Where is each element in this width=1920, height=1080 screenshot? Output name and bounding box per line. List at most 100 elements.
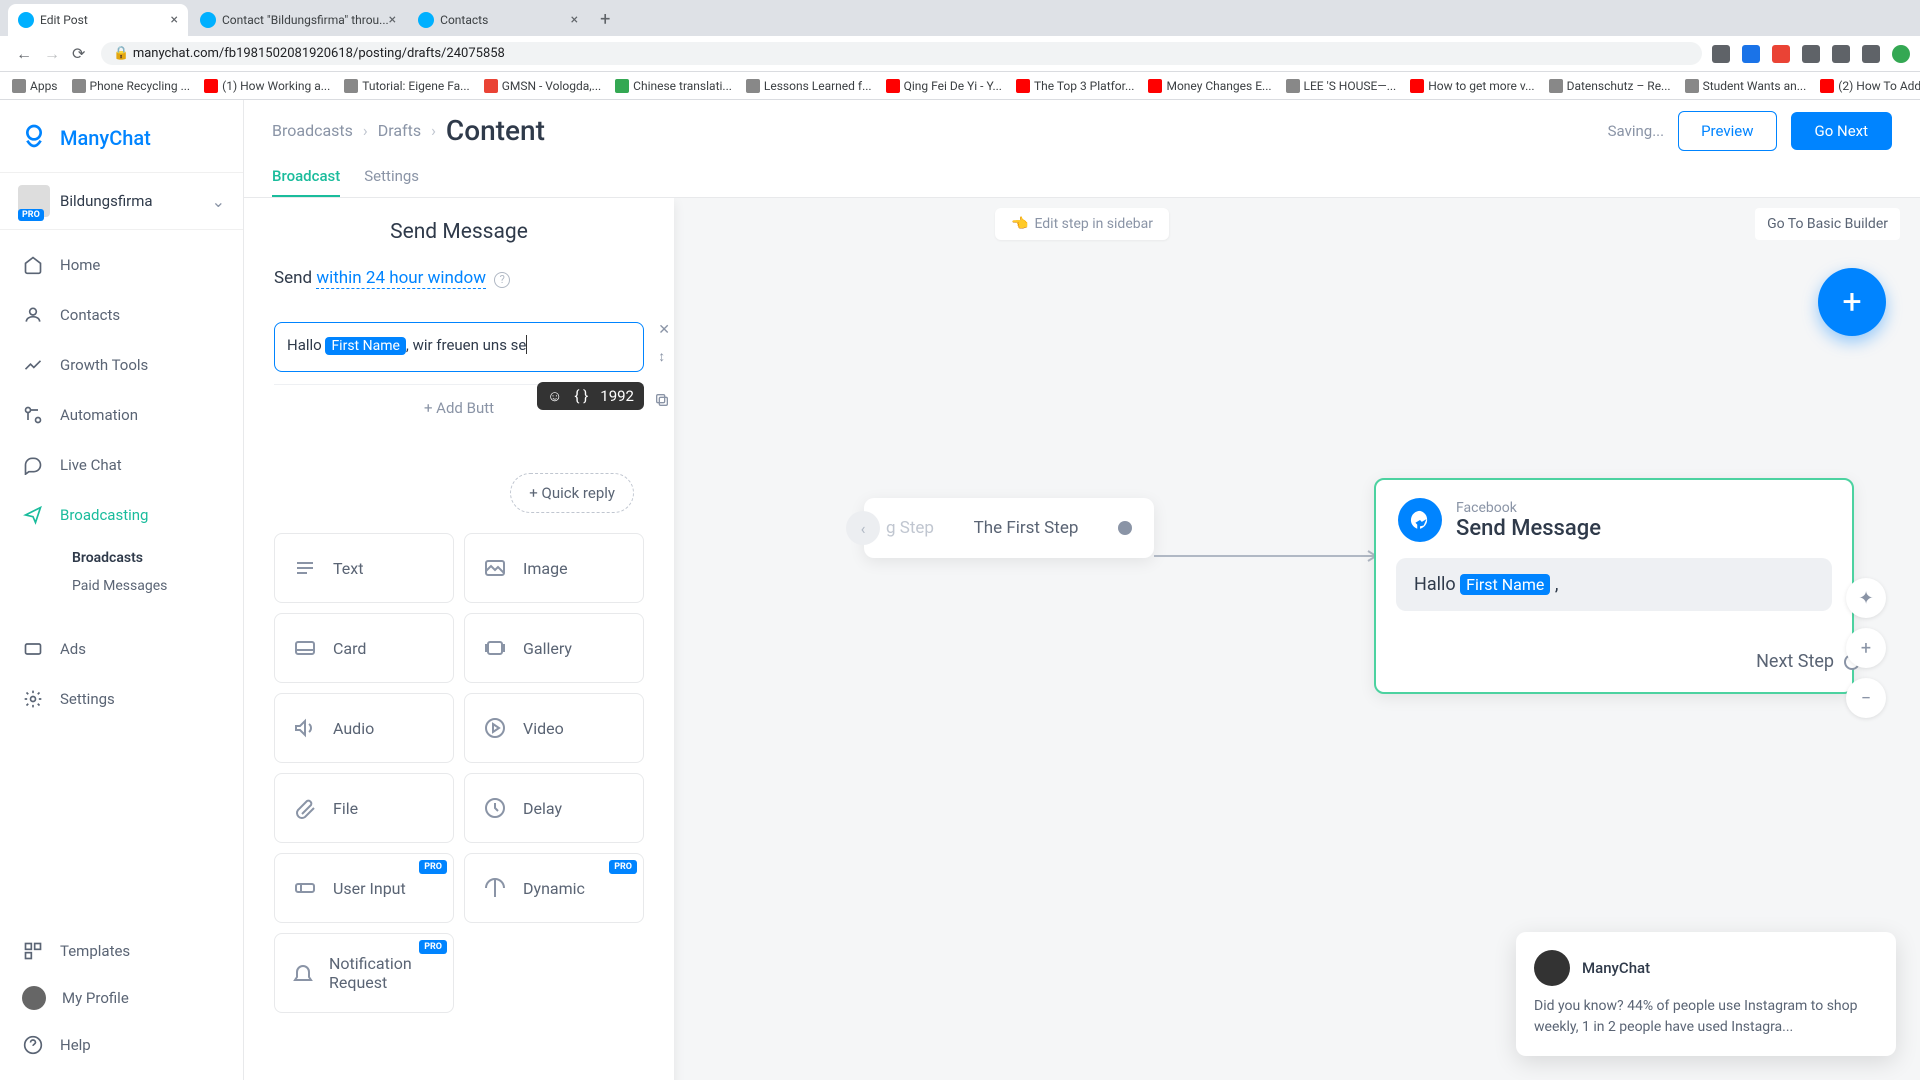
collapse-icon[interactable]: ‹ — [846, 511, 880, 545]
bookmark[interactable]: Student Wants an... — [1685, 79, 1807, 93]
bookmark[interactable]: How to get more v... — [1410, 79, 1534, 93]
magic-tool[interactable]: ✦ — [1846, 578, 1886, 618]
block-video[interactable]: Video — [464, 693, 644, 763]
bookmark[interactable]: Chinese translati... — [615, 79, 732, 93]
reload-icon[interactable]: ⟳ — [72, 44, 85, 63]
emoji-icon[interactable]: ☺ — [547, 387, 562, 405]
flow-node-send-message[interactable]: Facebook Send Message Hallo First Name ,… — [1374, 478, 1854, 694]
ext-icon[interactable] — [1772, 45, 1790, 63]
sidebar-sub-broadcasts[interactable]: Broadcasts — [0, 540, 243, 572]
favicon-icon — [18, 12, 34, 28]
node-title: Send Message — [1456, 516, 1601, 541]
tab-contacts[interactable]: Contacts× — [408, 4, 588, 36]
tab-broadcast[interactable]: Broadcast — [272, 157, 340, 197]
block-image[interactable]: Image — [464, 533, 644, 603]
sidebar-item-contacts[interactable]: Contacts — [0, 290, 243, 340]
sidebar: ManyChat PRO Bildungsfirma ⌄ Home Contac… — [0, 100, 244, 1080]
info-icon[interactable]: ? — [494, 272, 510, 288]
ext-icon[interactable] — [1742, 45, 1760, 63]
basic-builder-link[interactable]: Go To Basic Builder — [1755, 208, 1900, 240]
bookmark[interactable]: Money Changes E... — [1148, 79, 1271, 93]
sidebar-item-growth[interactable]: Growth Tools — [0, 340, 243, 390]
card-icon — [291, 634, 319, 662]
profile-icon[interactable] — [1892, 45, 1910, 63]
new-tab-button[interactable]: + — [590, 3, 620, 36]
bookmark[interactable]: Tutorial: Eigene Fa... — [344, 79, 469, 93]
text-toolbar: ☺ { } 1992 — [537, 382, 644, 410]
block-delay[interactable]: Delay — [464, 773, 644, 843]
crumb-drafts[interactable]: Drafts — [378, 121, 421, 140]
block-notification[interactable]: PRONotification Request — [274, 933, 454, 1013]
manychat-logo-icon — [18, 122, 50, 154]
block-card[interactable]: Card — [274, 613, 454, 683]
close-icon[interactable]: × — [571, 12, 578, 28]
crumb-broadcasts[interactable]: Broadcasts — [272, 121, 353, 140]
variable-icon[interactable]: { } — [574, 387, 588, 405]
output-port[interactable] — [1118, 521, 1132, 535]
duplicate-icon[interactable] — [654, 392, 670, 408]
tab-edit-post[interactable]: Edit Post× — [8, 4, 188, 36]
bookmark[interactable]: LEE 'S HOUSE—... — [1286, 79, 1397, 93]
zoom-out-button[interactable]: − — [1846, 678, 1886, 718]
sidebar-item-profile[interactable]: My Profile — [0, 974, 243, 1022]
bell-icon — [291, 959, 315, 987]
bookmark[interactable]: (2) How To Add A... — [1820, 79, 1920, 93]
close-icon[interactable]: × — [389, 12, 396, 28]
tab-settings[interactable]: Settings — [364, 157, 419, 197]
add-step-fab[interactable]: + — [1818, 268, 1886, 336]
sidebar-item-automation[interactable]: Automation — [0, 390, 243, 440]
sidebar-item-ads[interactable]: Ads — [0, 624, 243, 674]
bookmark[interactable]: Apps — [12, 79, 58, 93]
block-audio[interactable]: Audio — [274, 693, 454, 763]
flow-canvas[interactable]: 👈Edit step in sidebar Go To Basic Builde… — [244, 198, 1920, 1080]
zoom-in-button[interactable]: + — [1846, 628, 1886, 668]
block-user-input[interactable]: PROUser Input — [274, 853, 454, 923]
block-dynamic[interactable]: PRODynamic — [464, 853, 644, 923]
close-icon[interactable]: ✕ — [658, 322, 670, 338]
ext-icon[interactable] — [1712, 45, 1730, 63]
sidebar-item-help[interactable]: Help — [0, 1022, 243, 1068]
bookmark[interactable]: The Top 3 Platfor... — [1016, 79, 1135, 93]
go-next-button[interactable]: Go Next — [1791, 112, 1893, 150]
sidebar-item-broadcasting[interactable]: Broadcasting — [0, 490, 243, 540]
ext-icon[interactable] — [1802, 45, 1820, 63]
bookmark[interactable]: GMSN - Vologda,... — [484, 79, 601, 93]
workspace-avatar: PRO — [18, 185, 50, 217]
send-window-setting[interactable]: Send within 24 hour window ? — [274, 256, 644, 314]
preview-button[interactable]: Preview — [1678, 111, 1776, 151]
block-gallery[interactable]: Gallery — [464, 613, 644, 683]
bookmark[interactable]: Qing Fei De Yi - Y... — [886, 79, 1002, 93]
flow-node-start[interactable]: ‹ g Step The First Step — [864, 498, 1154, 558]
edit-sidebar-toast[interactable]: 👈Edit step in sidebar — [995, 208, 1169, 240]
help-sender: ManyChat — [1582, 959, 1650, 977]
url-input[interactable]: 🔒 manychat.com/fb1981502081920618/postin… — [101, 42, 1702, 65]
close-icon[interactable]: × — [171, 12, 178, 28]
ext-icon[interactable] — [1832, 45, 1850, 63]
workspace-selector[interactable]: PRO Bildungsfirma ⌄ — [0, 172, 243, 230]
logo[interactable]: ManyChat — [0, 100, 243, 172]
sidebar-item-home[interactable]: Home — [0, 240, 243, 290]
bookmark[interactable]: Lessons Learned f... — [746, 79, 872, 93]
sidebar-sub-paid[interactable]: Paid Messages — [0, 572, 243, 604]
chevron-down-icon: ⌄ — [212, 192, 225, 211]
bookmark[interactable]: (1) How Working a... — [204, 79, 330, 93]
node-subtitle: Facebook — [1456, 500, 1601, 516]
sidebar-item-templates[interactable]: Templates — [0, 928, 243, 974]
sidebar-item-settings[interactable]: Settings — [0, 674, 243, 724]
ext-icon[interactable] — [1862, 45, 1880, 63]
bookmark[interactable]: Phone Recycling ... — [72, 79, 191, 93]
quick-reply-button[interactable]: + Quick reply — [510, 473, 634, 513]
block-file[interactable]: File — [274, 773, 454, 843]
bookmark[interactable]: Datenschutz – Re... — [1549, 79, 1671, 93]
home-icon — [22, 254, 44, 276]
message-text-input[interactable]: Hallo First Name, wir freuen uns se — [274, 322, 644, 372]
forward-icon[interactable]: → — [44, 44, 60, 64]
block-text[interactable]: Text — [274, 533, 454, 603]
resize-icon[interactable]: ↕ — [658, 348, 670, 365]
tab-contact[interactable]: Contact "Bildungsfirma" throu...× — [190, 4, 406, 36]
back-icon[interactable]: ← — [16, 44, 32, 64]
variable-chip[interactable]: First Name — [325, 337, 405, 355]
sidebar-item-livechat[interactable]: Live Chat — [0, 440, 243, 490]
input-icon — [291, 874, 319, 902]
help-widget[interactable]: ManyChat Did you know? 44% of people use… — [1516, 932, 1896, 1056]
